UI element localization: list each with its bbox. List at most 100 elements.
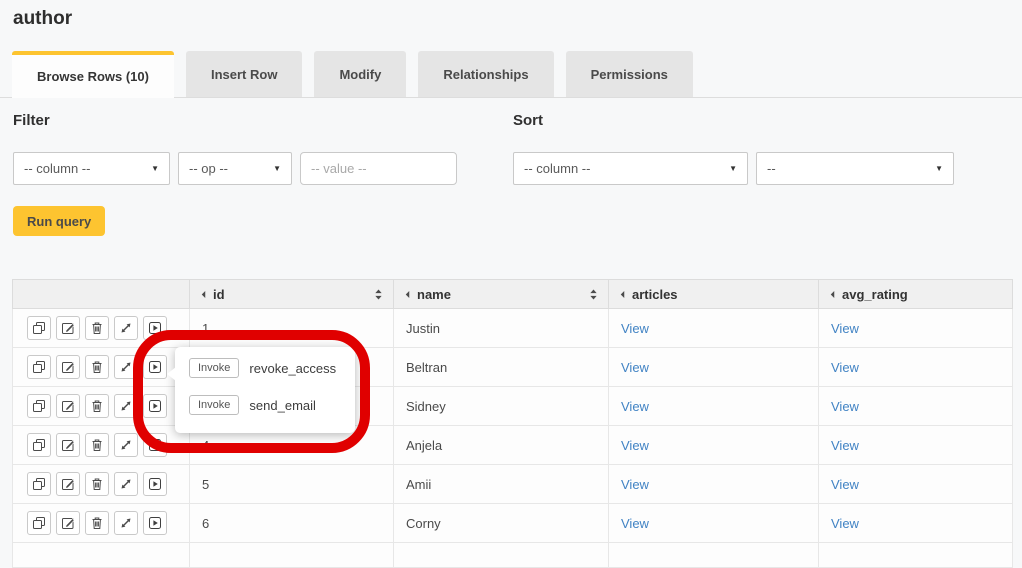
view-articles-link[interactable]: View	[621, 399, 649, 414]
view-avg-rating-link[interactable]: View	[831, 360, 859, 375]
delete-row-button[interactable]	[85, 433, 109, 457]
view-avg-rating-link[interactable]: View	[831, 516, 859, 531]
column-header-avg-rating[interactable]: avg_rating	[819, 280, 1013, 309]
filter-column-select[interactable]: -- column -- ▼	[13, 152, 170, 185]
invoke-play-icon	[148, 516, 162, 530]
edit-row-button[interactable]	[56, 511, 80, 535]
sort-order-value: --	[767, 161, 776, 176]
view-avg-rating-link[interactable]: View	[831, 321, 859, 336]
table-header-row: id name articles avg_rating	[13, 280, 1013, 309]
delete-row-button[interactable]	[85, 511, 109, 535]
tab-modify[interactable]: Modify	[314, 51, 406, 97]
cell-name: Amii	[394, 465, 609, 504]
invoke-play-icon	[148, 438, 162, 452]
cell-id: 5	[190, 465, 394, 504]
clone-icon	[32, 477, 46, 491]
action-name-label: revoke_access	[249, 361, 336, 376]
invoke-row-button[interactable]	[143, 511, 167, 535]
expand-row-button[interactable]	[114, 472, 138, 496]
cell-name: Justin	[394, 309, 609, 348]
invoke-play-icon	[148, 477, 162, 491]
view-articles-link[interactable]: View	[621, 321, 649, 336]
table-row: 2 Beltran View View	[13, 348, 1013, 387]
clone-row-button[interactable]	[27, 394, 51, 418]
filter-controls: -- column -- ▼ -- op -- ▼	[13, 152, 457, 185]
clone-row-button[interactable]	[27, 472, 51, 496]
invoke-actions-popup: Invoke revoke_access Invoke send_email	[175, 347, 355, 433]
view-avg-rating-link[interactable]: View	[831, 438, 859, 453]
invoke-play-icon	[148, 321, 162, 335]
expand-icon	[119, 399, 133, 413]
expand-row-button[interactable]	[114, 433, 138, 457]
tab-browse-rows[interactable]: Browse Rows (10)	[12, 51, 174, 98]
tab-relationships[interactable]: Relationships	[418, 51, 553, 97]
column-header-id[interactable]: id	[190, 280, 394, 309]
caret-left-icon	[404, 290, 411, 299]
invoke-revoke-access-button[interactable]: Invoke	[189, 358, 239, 378]
clone-icon	[32, 516, 46, 530]
column-header-name[interactable]: name	[394, 280, 609, 309]
cell-name: Sidney	[394, 387, 609, 426]
invoke-row-button[interactable]	[143, 472, 167, 496]
cell-id: 1	[190, 309, 394, 348]
clone-row-button[interactable]	[27, 316, 51, 340]
sort-icon[interactable]	[374, 288, 383, 301]
table-row: 5 Amii View View	[13, 465, 1013, 504]
edit-icon	[61, 516, 75, 530]
expand-icon	[119, 477, 133, 491]
run-query-button[interactable]: Run query	[13, 206, 105, 236]
sort-column-select[interactable]: -- column -- ▼	[513, 152, 748, 185]
chevron-down-icon: ▼	[151, 164, 159, 173]
view-articles-link[interactable]: View	[621, 477, 649, 492]
sort-heading: Sort	[513, 112, 543, 129]
column-header-label: id	[213, 287, 225, 302]
filter-value-input[interactable]	[300, 152, 457, 185]
delete-row-button[interactable]	[85, 316, 109, 340]
edit-row-button[interactable]	[56, 472, 80, 496]
popup-pointer	[167, 367, 176, 381]
clone-row-button[interactable]	[27, 355, 51, 379]
view-articles-link[interactable]: View	[621, 438, 649, 453]
expand-row-button[interactable]	[114, 355, 138, 379]
sort-controls: -- column -- ▼ -- ▼	[513, 152, 954, 185]
tab-permissions[interactable]: Permissions	[566, 51, 693, 97]
expand-row-button[interactable]	[114, 511, 138, 535]
invoke-row-button[interactable]	[143, 433, 167, 457]
popup-action-row: Invoke revoke_access	[189, 358, 341, 378]
clone-row-button[interactable]	[27, 511, 51, 535]
expand-row-button[interactable]	[114, 316, 138, 340]
invoke-send-email-button[interactable]: Invoke	[189, 395, 239, 415]
delete-row-button[interactable]	[85, 355, 109, 379]
edit-row-button[interactable]	[56, 394, 80, 418]
column-header-label: name	[417, 287, 451, 302]
view-articles-link[interactable]: View	[621, 516, 649, 531]
tab-insert-row[interactable]: Insert Row	[186, 51, 302, 97]
clone-icon	[32, 438, 46, 452]
delete-row-button[interactable]	[85, 394, 109, 418]
column-header-label: articles	[632, 287, 678, 302]
invoke-row-button[interactable]	[143, 355, 167, 379]
view-avg-rating-link[interactable]: View	[831, 477, 859, 492]
view-articles-link[interactable]: View	[621, 360, 649, 375]
delete-row-button[interactable]	[85, 472, 109, 496]
edit-row-button[interactable]	[56, 355, 80, 379]
column-header-articles[interactable]: articles	[609, 280, 819, 309]
table-row: 3 Sidney View View	[13, 387, 1013, 426]
edit-row-button[interactable]	[56, 433, 80, 457]
sort-icon[interactable]	[589, 288, 598, 301]
sort-order-select[interactable]: -- ▼	[756, 152, 954, 185]
expand-icon	[119, 360, 133, 374]
view-avg-rating-link[interactable]: View	[831, 399, 859, 414]
rows-table: id name articles avg_rating	[12, 279, 1012, 568]
invoke-row-button[interactable]	[143, 394, 167, 418]
edit-row-button[interactable]	[56, 316, 80, 340]
tab-bar: Browse Rows (10) Insert Row Modify Relat…	[12, 51, 693, 97]
expand-row-button[interactable]	[114, 394, 138, 418]
clone-row-button[interactable]	[27, 433, 51, 457]
trash-icon	[90, 399, 104, 413]
filter-op-select[interactable]: -- op -- ▼	[178, 152, 292, 185]
table-row: 1 Justin View View	[13, 309, 1013, 348]
invoke-row-button[interactable]	[143, 316, 167, 340]
edit-icon	[61, 477, 75, 491]
clone-icon	[32, 360, 46, 374]
